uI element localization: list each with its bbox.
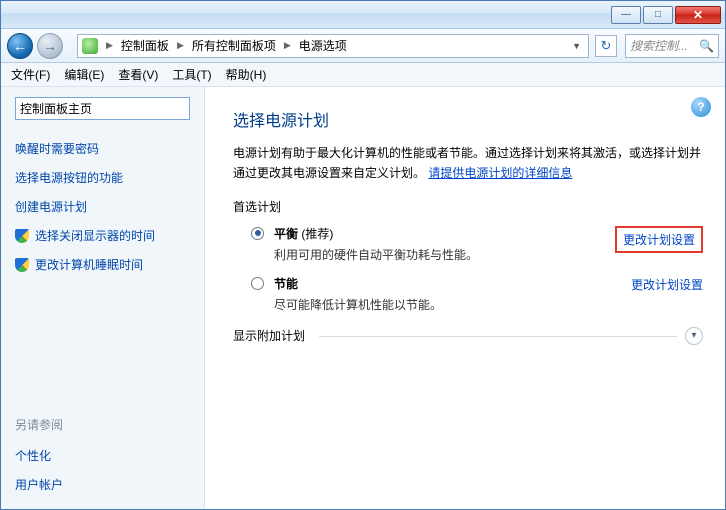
sidebar-link-create-plan[interactable]: 创建电源计划 — [15, 198, 190, 215]
menu-tools[interactable]: 工具(T) — [172, 66, 211, 83]
window-frame: — □ ✕ ← → ▶ 控制面板 ▶ 所有控制面板项 ▶ 电源选项 ▼ ↻ 搜索… — [0, 0, 726, 510]
sidebar: 控制面板主页 唤醒时需要密码 选择电源按钮的功能 创建电源计划 选择关闭显示器的… — [1, 87, 205, 509]
search-icon[interactable]: 🔍 — [699, 39, 714, 53]
menu-edit[interactable]: 编辑(E) — [64, 66, 104, 83]
sidebar-link-wake-password[interactable]: 唤醒时需要密码 — [15, 140, 190, 157]
show-additional-plans[interactable]: 显示附加计划 ▾ — [233, 327, 703, 345]
description-link[interactable]: 请提供电源计划的详细信息 — [428, 166, 572, 180]
plan-name: 节能 — [274, 277, 298, 291]
help-icon[interactable]: ? — [691, 97, 711, 117]
expander-label: 显示附加计划 — [233, 327, 311, 344]
content-body: 控制面板主页 唤醒时需要密码 选择电源按钮的功能 创建电源计划 选择关闭显示器的… — [1, 87, 725, 509]
forward-button[interactable]: → — [37, 33, 63, 59]
control-panel-icon — [82, 38, 98, 54]
plan-balanced: 平衡 (推荐) 利用可用的硬件自动平衡功耗与性能。 更改计划设置 — [251, 225, 703, 263]
minimize-button[interactable]: — — [611, 6, 641, 24]
shield-icon — [15, 229, 29, 243]
shield-icon — [15, 258, 29, 272]
sidebar-link-label: 选择关闭显示器的时间 — [35, 227, 155, 244]
radio-balanced[interactable] — [251, 227, 264, 240]
page-title: 选择电源计划 — [233, 107, 703, 131]
plan-name-row: 平衡 (推荐) — [274, 225, 593, 242]
plan-name-row: 节能 — [274, 275, 609, 292]
menu-help[interactable]: 帮助(H) — [226, 66, 267, 83]
sidebar-link-display-off[interactable]: 选择关闭显示器的时间 — [15, 227, 190, 244]
breadcrumb-item[interactable]: 控制面板 — [121, 37, 169, 54]
plan-recommended: (推荐) — [298, 227, 333, 241]
plan-description: 利用可用的硬件自动平衡功耗与性能。 — [274, 246, 593, 263]
address-bar[interactable]: ▶ 控制面板 ▶ 所有控制面板项 ▶ 电源选项 ▼ — [77, 34, 589, 58]
breadcrumb-item[interactable]: 电源选项 — [299, 37, 347, 54]
back-button[interactable]: ← — [7, 33, 33, 59]
sidebar-link-sleep-time[interactable]: 更改计算机睡眠时间 — [15, 256, 190, 273]
breadcrumb-sep: ▶ — [104, 40, 115, 51]
menu-file[interactable]: 文件(F) — [11, 66, 50, 83]
preferred-plans-heading: 首选计划 — [233, 198, 703, 215]
plan-name: 平衡 — [274, 227, 298, 241]
navigation-bar: ← → ▶ 控制面板 ▶ 所有控制面板项 ▶ 电源选项 ▼ ↻ 搜索控制... … — [1, 29, 725, 63]
divider — [319, 336, 677, 337]
search-placeholder: 搜索控制... — [630, 37, 688, 54]
sidebar-link-label: 更改计算机睡眠时间 — [35, 256, 143, 273]
sidebar-link-power-button[interactable]: 选择电源按钮的功能 — [15, 169, 190, 186]
close-button[interactable]: ✕ — [675, 6, 721, 24]
search-input[interactable]: 搜索控制... 🔍 — [625, 34, 719, 58]
radio-power-saver[interactable] — [251, 277, 264, 290]
menu-bar: 文件(F) 编辑(E) 查看(V) 工具(T) 帮助(H) — [1, 63, 725, 87]
address-dropdown[interactable]: ▼ — [569, 41, 584, 51]
change-plan-settings-link[interactable]: 更改计划设置 — [631, 276, 703, 293]
plan-description: 尽可能降低计算机性能以节能。 — [274, 296, 609, 313]
see-also-user-accounts[interactable]: 用户帐户 — [15, 476, 190, 493]
maximize-button[interactable]: □ — [643, 6, 673, 24]
refresh-button[interactable]: ↻ — [595, 35, 617, 57]
main-panel: ? 选择电源计划 电源计划有助于最大化计算机的性能或者节能。通过选择计划来将其激… — [205, 87, 725, 509]
chevron-down-icon: ▾ — [685, 327, 703, 345]
breadcrumb-item[interactable]: 所有控制面板项 — [192, 37, 276, 54]
see-also-personalization[interactable]: 个性化 — [15, 447, 190, 464]
page-description: 电源计划有助于最大化计算机的性能或者节能。通过选择计划来将其激活，或选择计划并通… — [233, 143, 703, 184]
breadcrumb-sep: ▶ — [282, 40, 293, 51]
window-buttons: — □ ✕ — [611, 6, 721, 24]
menu-view[interactable]: 查看(V) — [118, 66, 158, 83]
change-plan-settings-link[interactable]: 更改计划设置 — [615, 226, 703, 253]
breadcrumb-sep: ▶ — [175, 40, 186, 51]
see-also-heading: 另请参阅 — [15, 416, 190, 433]
control-panel-home-link[interactable]: 控制面板主页 — [15, 97, 190, 120]
titlebar[interactable]: — □ ✕ — [1, 1, 725, 29]
plan-power-saver: 节能 尽可能降低计算机性能以节能。 更改计划设置 — [251, 275, 703, 313]
